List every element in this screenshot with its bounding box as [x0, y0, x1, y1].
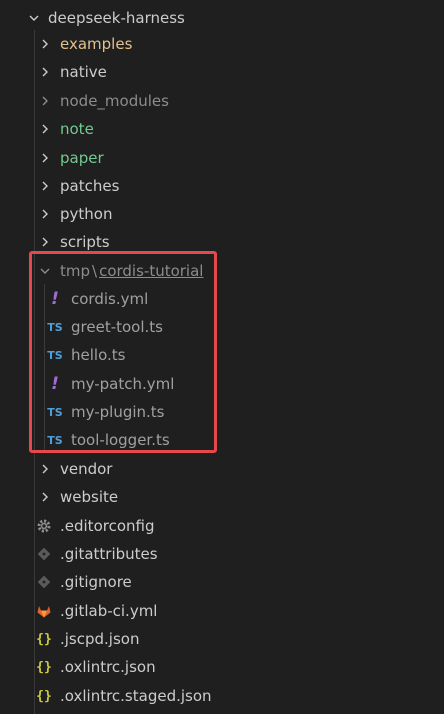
folder-label-note: note — [60, 120, 94, 138]
git-icon — [35, 545, 53, 563]
tree-item-file[interactable]: ! cordis.yml — [0, 285, 444, 313]
folder-label-scripts: scripts — [60, 233, 110, 251]
root-folder-label: deepseek-harness — [48, 9, 185, 27]
file-label: .oxlintrc.staged.json — [60, 687, 212, 705]
typescript-icon: TS — [47, 433, 63, 447]
tmp-folder-label: tmp \ cordis-tutorial — [60, 261, 203, 281]
tree-item-file[interactable]: {} .oxlintrc.staged.json — [0, 682, 444, 710]
tree-item-file[interactable]: ! my-patch.yml — [0, 370, 444, 398]
folder-label-patches: patches — [60, 177, 120, 195]
folder-label-website: website — [60, 488, 119, 506]
chevron-right-icon — [38, 151, 52, 165]
file-label: hello.ts — [71, 346, 126, 364]
json-icon: {} — [36, 631, 52, 647]
json-icon: {} — [36, 688, 52, 704]
chevron-right-icon — [38, 65, 52, 79]
tmp-folder-name: tmp — [60, 262, 91, 280]
chevron-down-icon — [38, 264, 52, 278]
file-label: greet-tool.ts — [71, 318, 163, 336]
chevron-right-icon — [38, 179, 52, 193]
file-label: tool-logger.ts — [71, 431, 170, 449]
chevron-right-icon — [38, 94, 52, 108]
tree-item-file[interactable]: TS hello.ts — [0, 341, 444, 369]
tree-item-folder[interactable]: note — [0, 115, 444, 143]
path-separator: \ — [92, 262, 98, 280]
file-label: .jscpd.json — [60, 630, 140, 648]
gitlab-icon — [35, 602, 53, 620]
chevron-right-icon — [38, 490, 52, 504]
tree-item-file[interactable]: .gitignore — [0, 568, 444, 596]
yaml-icon: ! — [51, 289, 59, 309]
git-icon — [35, 573, 53, 591]
typescript-icon: TS — [47, 405, 63, 419]
tree-item-file[interactable]: .gitattributes — [0, 540, 444, 568]
chevron-right-icon — [38, 37, 52, 51]
file-label: .oxlintrc.json — [60, 658, 156, 676]
folder-label-native: native — [60, 63, 107, 81]
file-label: .editorconfig — [60, 517, 155, 535]
chevron-right-icon — [38, 207, 52, 221]
file-label: .gitignore — [60, 573, 132, 591]
file-label: my-patch.yml — [71, 375, 175, 393]
chevron-right-icon — [38, 122, 52, 136]
tree-item-folder[interactable]: python — [0, 200, 444, 228]
tmp-subfolder-name[interactable]: cordis-tutorial — [99, 262, 203, 280]
tree-item-folder[interactable]: native — [0, 58, 444, 86]
folder-label-node-modules: node_modules — [60, 92, 169, 110]
tree-item-folder[interactable]: vendor — [0, 455, 444, 483]
gear-icon — [35, 517, 53, 535]
file-label: cordis.yml — [71, 290, 149, 308]
tree-item-file[interactable]: TS my-plugin.ts — [0, 398, 444, 426]
folder-label-examples: examples — [60, 35, 133, 53]
tree-item-file[interactable]: TS greet-tool.ts — [0, 313, 444, 341]
chevron-right-icon — [38, 235, 52, 249]
folder-label-paper: paper — [60, 149, 104, 167]
file-label: .gitattributes — [60, 545, 158, 563]
tree-item-folder[interactable]: paper — [0, 144, 444, 172]
typescript-icon: TS — [47, 320, 63, 334]
tree-item-folder[interactable]: node_modules — [0, 87, 444, 115]
folder-label-python: python — [60, 205, 113, 223]
file-label: .gitlab-ci.yml — [60, 602, 158, 620]
typescript-icon: TS — [47, 348, 63, 362]
tree-item-file[interactable]: TS tool-logger.ts — [0, 426, 444, 454]
file-explorer-tree: deepseek-harness examples native node_mo… — [0, 0, 444, 714]
tree-item-folder[interactable]: examples — [0, 30, 444, 58]
tree-item-file[interactable]: {} .jscpd.json — [0, 625, 444, 653]
json-icon: {} — [36, 659, 52, 675]
tree-item-file[interactable]: {} .oxlintrc.json — [0, 653, 444, 681]
folder-label-vendor: vendor — [60, 460, 113, 478]
tree-item-folder[interactable]: scripts — [0, 228, 444, 256]
tree-item-folder[interactable]: website — [0, 483, 444, 511]
tree-item-file[interactable]: .gitlab-ci.yml — [0, 597, 444, 625]
file-label: my-plugin.ts — [71, 403, 165, 421]
yaml-icon: ! — [51, 374, 59, 394]
chevron-down-icon — [27, 11, 41, 25]
tree-item-root-folder[interactable]: deepseek-harness — [0, 4, 444, 32]
tree-item-folder[interactable]: patches — [0, 172, 444, 200]
tree-item-tmp-folder[interactable]: tmp \ cordis-tutorial — [0, 257, 444, 285]
tree-item-file[interactable]: .editorconfig — [0, 512, 444, 540]
chevron-right-icon — [38, 462, 52, 476]
